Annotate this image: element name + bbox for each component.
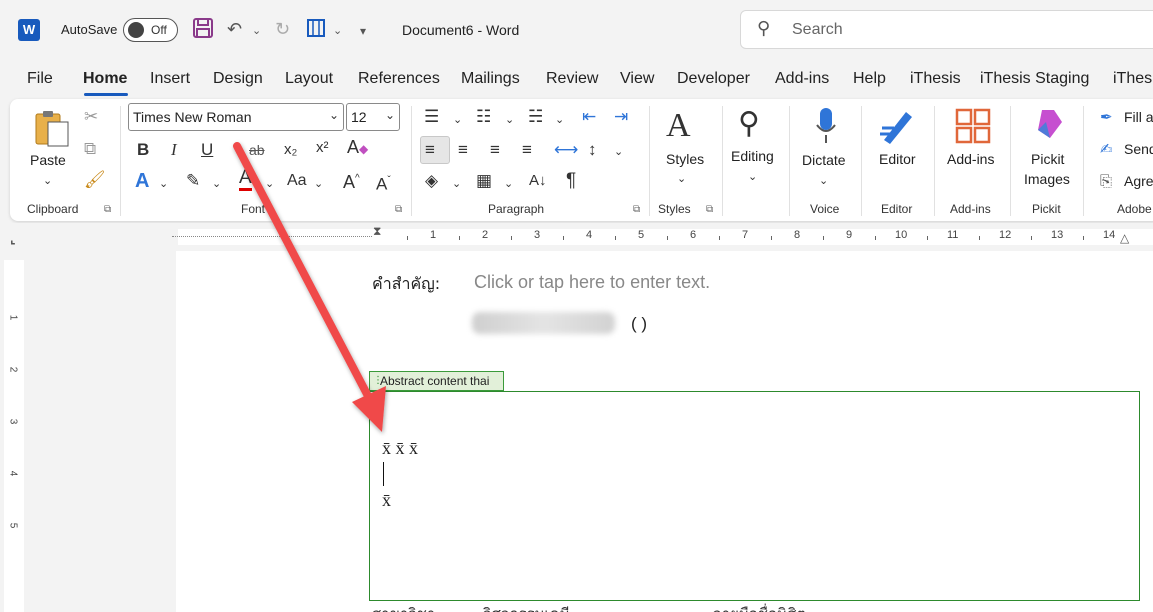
annotation-arrow	[233, 142, 386, 432]
